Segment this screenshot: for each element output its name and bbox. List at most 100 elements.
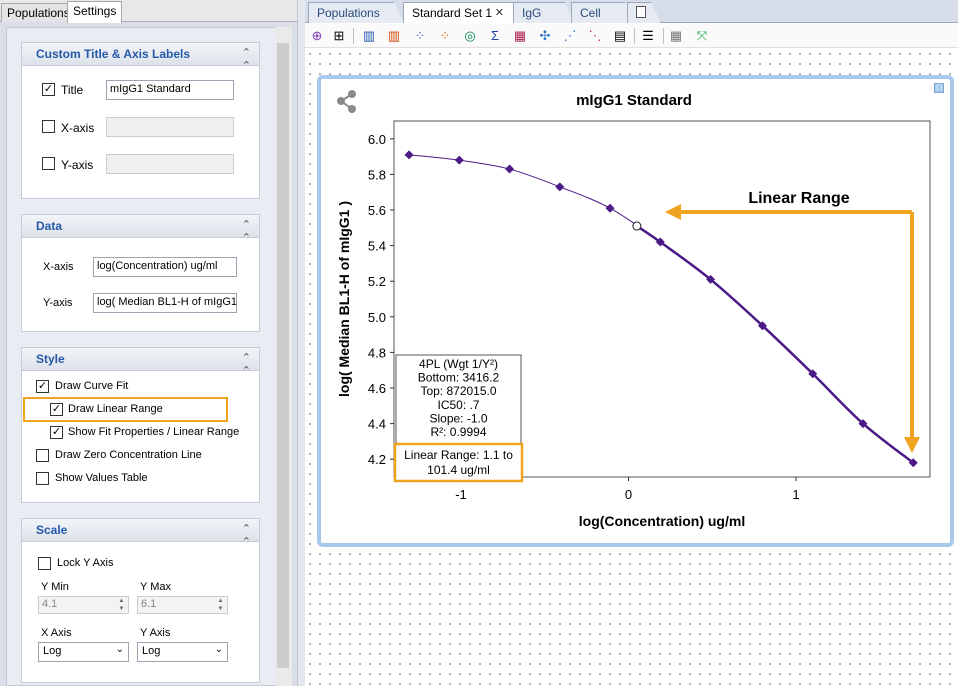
- title-label: Title: [61, 83, 84, 97]
- doc-tab-cell[interactable]: Cell: [571, 2, 635, 23]
- overlay-histogram-icon[interactable]: ▥: [385, 27, 403, 45]
- document-tab-strip: Populations Standard Set 1 ✕ IgG Cell: [305, 0, 958, 23]
- toolbar-separator: [634, 28, 635, 44]
- y-min-value: 4.1: [42, 598, 58, 610]
- show-values-table-checkbox[interactable]: [36, 472, 49, 485]
- linear-range-text: Linear Range: 1.1 to: [404, 448, 513, 462]
- heat-map-icon[interactable]: ▦: [511, 27, 529, 45]
- scale-section: Scale ⌃ ⌃ Lock Y Axis Y Min Y Max 4.1 ▲ ▼ 6.…: [21, 518, 260, 683]
- contour-plot-icon[interactable]: ◎: [461, 27, 479, 45]
- settings-scrollbar[interactable]: [275, 27, 292, 686]
- y-tick-label: 4.4: [368, 417, 386, 432]
- y-tick-label: 5.0: [368, 310, 386, 325]
- left-tab-strip: Populations Settings: [0, 0, 297, 23]
- share-icon[interactable]: [337, 90, 356, 113]
- dot-plot-icon[interactable]: ⁘: [411, 27, 429, 45]
- chevron-down-icon: ⌄: [214, 644, 223, 655]
- title-checkbox[interactable]: ✓: [42, 83, 55, 96]
- tab-populations[interactable]: Populations: [1, 3, 76, 22]
- density-plot-icon[interactable]: ⁘: [436, 27, 454, 45]
- fit-property-line: Bottom: 3416.2: [418, 371, 500, 385]
- standard-curve-icon[interactable]: ⋱: [586, 27, 604, 45]
- list-icon[interactable]: ☰: [639, 27, 657, 45]
- tsne-icon[interactable]: ✣: [536, 27, 554, 45]
- draw-zero-line-checkbox[interactable]: [36, 449, 49, 462]
- x-tick-label: 1: [792, 487, 799, 502]
- show-fit-properties-checkbox[interactable]: ✓: [50, 426, 63, 439]
- scatter-icon[interactable]: ⋰: [561, 27, 579, 45]
- annotation-arrowhead-down: [904, 437, 920, 453]
- data-point: [454, 155, 464, 165]
- x-tick-label: 0: [625, 487, 632, 502]
- section-header[interactable]: Scale ⌃ ⌃: [22, 519, 259, 548]
- doc-tab-igg[interactable]: IgG: [513, 2, 575, 23]
- collapse-icon[interactable]: ⌃ ⌃: [242, 522, 251, 548]
- custom-title-section: Custom Title & Axis Labels ⌃ ⌃ ✓ Title mIg…: [21, 42, 260, 199]
- y-tick-label: 4.2: [368, 452, 386, 467]
- statistics-icon[interactable]: Σ: [486, 27, 504, 45]
- draw-linear-range-highlight: [23, 397, 228, 422]
- stepper-arrows-icon[interactable]: ▲ ▼: [215, 597, 226, 613]
- new-document-icon: [636, 6, 646, 18]
- plot-card[interactable]: ▢ mIgG1 Standard 4.2 4.4 4.6 4.8 5.0 5.2 5.4 5.6…: [317, 75, 954, 547]
- y-tick-label: 5.2: [368, 274, 386, 289]
- section-title: Scale: [36, 523, 68, 537]
- data-yaxis-input[interactable]: log( Median BL1-H of mIgG1: [93, 293, 237, 313]
- y-min-label: Y Min: [41, 581, 69, 593]
- linear-range-text: 101.4 ug/ml: [427, 463, 490, 477]
- panel-splitter[interactable]: [297, 0, 305, 686]
- y-max-stepper[interactable]: 6.1 ▲ ▼: [137, 596, 228, 614]
- linear-range-start-marker: [632, 221, 642, 231]
- x-tick-label: -1: [455, 487, 467, 502]
- tab-settings[interactable]: Settings: [67, 1, 123, 23]
- layout-canvas[interactable]: ▢ mIgG1 Standard 4.2 4.4 4.6 4.8 5.0 5.2 5.4 5.6…: [305, 49, 958, 686]
- y-tick-label: 5.8: [368, 167, 386, 182]
- title-input[interactable]: mIgG1 Standard: [106, 80, 234, 100]
- xaxis-input[interactable]: [106, 117, 234, 137]
- table-icon[interactable]: ▤: [611, 27, 629, 45]
- x-axis-label: log(Concentration) ug/ml: [579, 513, 745, 529]
- yaxis-checkbox[interactable]: [42, 157, 55, 170]
- chart-title: mIgG1 Standard: [576, 92, 692, 109]
- collapse-icon[interactable]: ⌃ ⌃: [242, 218, 251, 244]
- y-axis-scale-value: Log: [142, 645, 161, 657]
- y-tick-label: 4.8: [368, 345, 386, 360]
- y-axis-scale-select[interactable]: Log ⌄: [137, 642, 228, 662]
- fit-to-window-icon[interactable]: ⤧: [693, 27, 711, 45]
- new-tab-button[interactable]: [627, 2, 661, 23]
- y-axis-scale-label: Y Axis: [140, 627, 171, 639]
- populations-icon[interactable]: ⊕: [308, 27, 326, 45]
- y-axis-label: log( Median BL1-H of mIgG1 ): [336, 201, 352, 397]
- toolbar-separator: [663, 28, 664, 44]
- y-min-stepper[interactable]: 4.1 ▲ ▼: [38, 596, 129, 614]
- close-icon[interactable]: ✕: [495, 6, 504, 19]
- scroll-thumb[interactable]: [277, 43, 289, 668]
- doc-tab-label: Standard Set 1: [412, 6, 493, 20]
- doc-tab-standard-set-1[interactable]: Standard Set 1 ✕: [403, 2, 523, 23]
- linear-range-annotation: Linear Range: [748, 190, 849, 207]
- section-header[interactable]: Style ⌃ ⌃: [22, 348, 259, 377]
- fit-property-line: R²: 0.9994: [430, 425, 486, 439]
- lock-y-axis-checkbox[interactable]: [38, 557, 51, 570]
- add-plot-icon[interactable]: ⊞: [330, 27, 348, 45]
- section-header[interactable]: Custom Title & Axis Labels ⌃ ⌃: [22, 43, 259, 72]
- xaxis-checkbox[interactable]: [42, 120, 55, 133]
- yaxis-input[interactable]: [106, 154, 234, 174]
- doc-tab-label: Cell: [580, 6, 601, 20]
- histogram-icon[interactable]: ▥: [360, 27, 378, 45]
- section-header[interactable]: Data ⌃ ⌃: [22, 215, 259, 244]
- toolbar-separator: [353, 28, 354, 44]
- show-fit-properties-label: Show Fit Properties / Linear Range: [68, 426, 240, 438]
- fit-property-line: Top: 872015.0: [420, 384, 496, 398]
- xaxis-label: X-axis: [61, 121, 95, 135]
- draw-curve-fit-checkbox[interactable]: ✓: [36, 380, 49, 393]
- collapse-icon[interactable]: ⌃ ⌃: [242, 351, 251, 377]
- collapse-icon[interactable]: ⌃ ⌃: [242, 46, 251, 72]
- y-tick-label: 6.0: [368, 132, 386, 147]
- y-tick-label: 5.6: [368, 203, 386, 218]
- layout-grid-icon[interactable]: ▦: [667, 27, 685, 45]
- stepper-arrows-icon[interactable]: ▲ ▼: [116, 597, 127, 613]
- x-axis-scale-select[interactable]: Log ⌄: [38, 642, 129, 662]
- doc-tab-populations[interactable]: Populations: [308, 2, 404, 23]
- data-xaxis-input[interactable]: log(Concentration) ug/ml: [93, 257, 237, 277]
